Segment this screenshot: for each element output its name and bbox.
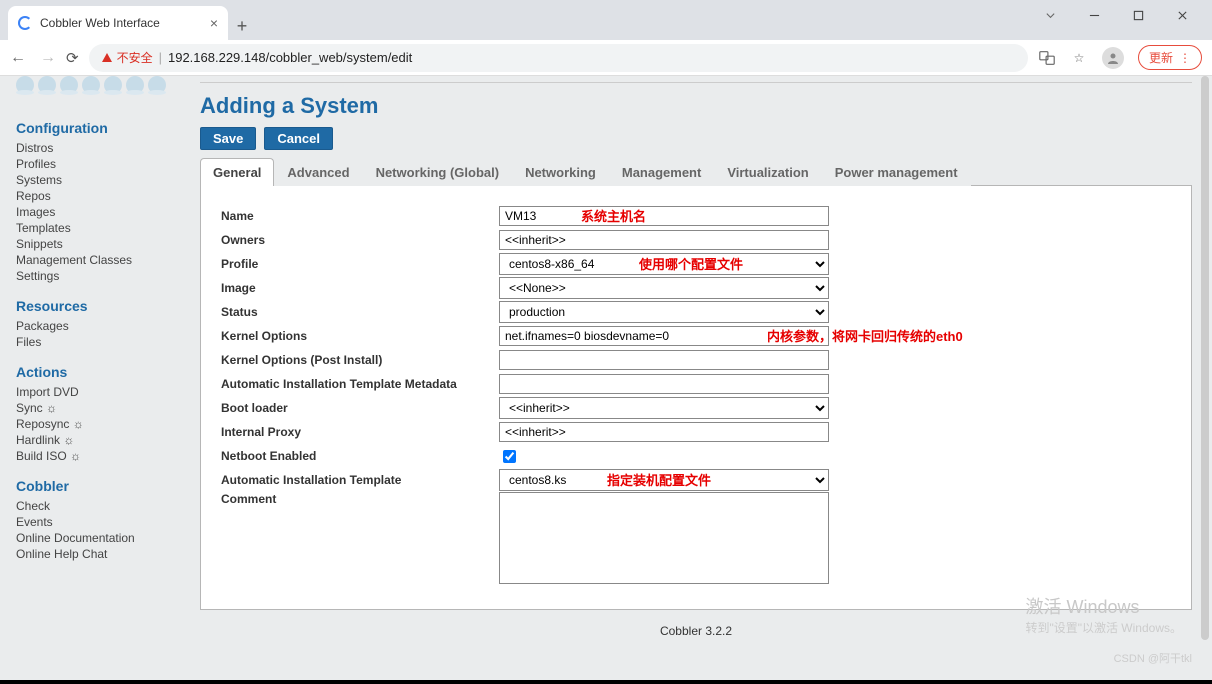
form-tab[interactable]: Power management (822, 158, 971, 186)
tab-bar: GeneralAdvancedNetworking (Global)Networ… (200, 158, 1192, 186)
sidebar-item[interactable]: Online Help Chat (16, 546, 184, 562)
sidebar-section-header: Configuration (16, 120, 184, 136)
label-owners: Owners (219, 233, 499, 247)
kebab-menu-icon: ⋮ (1179, 51, 1191, 65)
label-kernel-options: Kernel Options (219, 329, 499, 343)
sidebar-item[interactable]: Online Documentation (16, 530, 184, 546)
image-select[interactable]: <<None>> (499, 277, 829, 299)
new-tab-button[interactable]: + (228, 12, 256, 40)
bookmark-star-icon[interactable]: ☆ (1070, 49, 1088, 67)
form-tab[interactable]: Advanced (274, 158, 362, 186)
sidebar-section-header: Resources (16, 298, 184, 314)
sidebar-item[interactable]: Profiles (16, 156, 184, 172)
form-tab[interactable]: Virtualization (714, 158, 821, 186)
save-button[interactable]: Save (200, 127, 256, 150)
browser-tab[interactable]: Cobbler Web Interface × (8, 6, 228, 40)
address-bar[interactable]: 不安全 | 192.168.229.148/cobbler_web/system… (89, 44, 1028, 72)
browser-tab-strip: Cobbler Web Interface × + (0, 0, 1212, 40)
sidebar-item[interactable]: Settings (16, 268, 184, 284)
kernel-options-input[interactable] (499, 326, 829, 346)
comment-textarea[interactable] (499, 492, 829, 584)
label-autoinstall-template: Automatic Installation Template (219, 473, 499, 487)
sidebar-section-header: Cobbler (16, 478, 184, 494)
close-window-icon[interactable] (1160, 0, 1204, 30)
label-name: Name (219, 209, 499, 223)
sidebar-item[interactable]: Files (16, 334, 184, 350)
owners-input[interactable] (499, 230, 829, 250)
form-tab[interactable]: Management (609, 158, 714, 186)
sidebar-item[interactable]: Reposync ☼ (16, 416, 184, 432)
label-kernel-options-post: Kernel Options (Post Install) (219, 353, 499, 367)
label-image: Image (219, 281, 499, 295)
tab-title: Cobbler Web Interface (40, 16, 160, 30)
sidebar-item[interactable]: Images (16, 204, 184, 220)
name-input[interactable] (499, 206, 829, 226)
sidebar-item[interactable]: Distros (16, 140, 184, 156)
boot-loader-select[interactable]: <<inherit>> (499, 397, 829, 419)
cancel-button[interactable]: Cancel (264, 127, 333, 150)
browser-toolbar: ← → ⟳ 不安全 | 192.168.229.148/cobbler_web/… (0, 40, 1212, 76)
sidebar-item[interactable]: Import DVD (16, 384, 184, 400)
sidebar-item[interactable]: Templates (16, 220, 184, 236)
close-tab-icon[interactable]: × (210, 15, 218, 31)
form-tab[interactable]: Networking (Global) (363, 158, 513, 186)
forward-button[interactable]: → (40, 49, 56, 67)
main-content: Adding a System Save Cancel GeneralAdvan… (200, 76, 1212, 680)
netboot-enabled-checkbox[interactable] (503, 450, 516, 463)
window-controls (1028, 0, 1204, 30)
footer-version: Cobbler 3.2.2 (200, 610, 1192, 660)
profile-select[interactable]: centos8-x86_64 (499, 253, 829, 275)
cobbler-logo (16, 76, 184, 106)
label-boot-loader: Boot loader (219, 401, 499, 415)
reload-button[interactable]: ⟳ (66, 49, 79, 67)
label-comment: Comment (219, 492, 499, 506)
insecure-badge: 不安全 (101, 49, 153, 66)
label-internal-proxy: Internal Proxy (219, 425, 499, 439)
internal-proxy-input[interactable] (499, 422, 829, 442)
form-tab[interactable]: Networking (512, 158, 609, 186)
sidebar-item[interactable]: Management Classes (16, 252, 184, 268)
status-select[interactable]: production (499, 301, 829, 323)
sidebar-item[interactable]: Check (16, 498, 184, 514)
page-title: Adding a System (200, 93, 1192, 119)
form-tab[interactable]: General (200, 158, 274, 186)
sidebar-item[interactable]: Sync ☼ (16, 400, 184, 416)
back-button[interactable]: ← (10, 49, 26, 67)
form-panel: Name 系统主机名 Owners Profile centos8-x86_64… (200, 186, 1192, 610)
url-text: 192.168.229.148/cobbler_web/system/edit (168, 50, 412, 65)
maximize-icon[interactable] (1116, 0, 1160, 30)
sidebar-item[interactable]: Repos (16, 188, 184, 204)
label-netboot-enabled: Netboot Enabled (219, 449, 499, 463)
autoinstall-meta-input[interactable] (499, 374, 829, 394)
profile-avatar-icon[interactable] (1102, 47, 1124, 69)
label-profile: Profile (219, 257, 499, 271)
kernel-options-post-input[interactable] (499, 350, 829, 370)
sidebar-item[interactable]: Snippets (16, 236, 184, 252)
sidebar-item[interactable]: Packages (16, 318, 184, 334)
minimize-icon[interactable] (1072, 0, 1116, 30)
expand-chevron-icon[interactable] (1028, 0, 1072, 30)
autoinstall-template-select[interactable]: centos8.ks (499, 469, 829, 491)
sidebar-section-header: Actions (16, 364, 184, 380)
label-status: Status (219, 305, 499, 319)
site-favicon (18, 16, 32, 30)
sidebar: ConfigurationDistrosProfilesSystemsRepos… (0, 76, 200, 680)
sidebar-item[interactable]: Hardlink ☼ (16, 432, 184, 448)
translate-icon[interactable] (1038, 49, 1056, 67)
sidebar-item[interactable]: Events (16, 514, 184, 530)
sidebar-item[interactable]: Build ISO ☼ (16, 448, 184, 464)
update-button[interactable]: 更新 ⋮ (1138, 45, 1202, 70)
label-autoinstall-meta: Automatic Installation Template Metadata (219, 377, 499, 391)
sidebar-item[interactable]: Systems (16, 172, 184, 188)
